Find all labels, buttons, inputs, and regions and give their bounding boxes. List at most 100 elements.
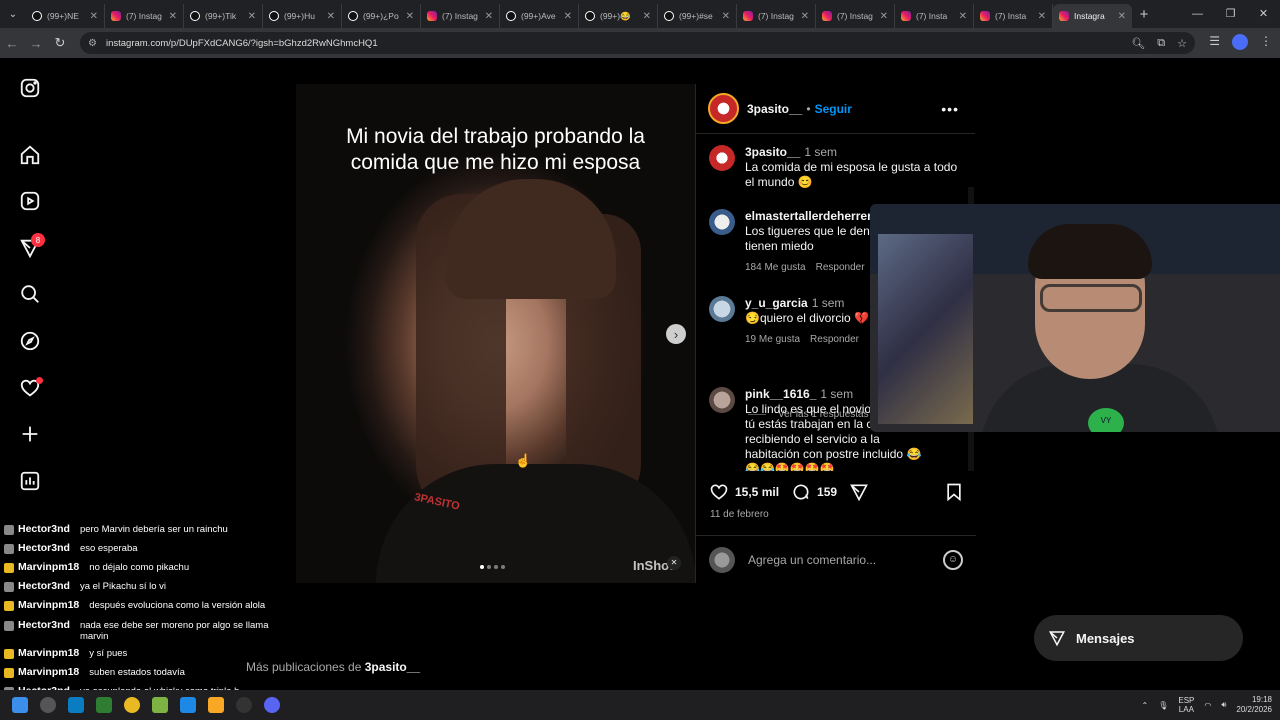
more-posts-user[interactable]: 3pasito__ [365, 660, 420, 674]
browser-tab[interactable]: (99+)Hu ✕ [263, 4, 342, 28]
browser-tab[interactable]: (7) Instag ✕ [105, 4, 184, 28]
new-tab-button[interactable]: + [1132, 6, 1156, 23]
wifi-icon[interactable]: ◠ [1204, 701, 1211, 710]
browser-tab[interactable]: (99+)Tik ✕ [184, 4, 263, 28]
microphone-icon[interactable]: 🎙︎ [1158, 701, 1168, 710]
share-icon[interactable] [849, 482, 869, 502]
edge-icon[interactable] [68, 697, 84, 713]
comment-likes[interactable]: 184 Me gusta [745, 262, 806, 273]
close-tab-icon[interactable]: ✕ [801, 11, 809, 22]
home-icon[interactable] [18, 143, 42, 167]
close-tab-icon[interactable]: ✕ [643, 11, 651, 22]
close-tab-icon[interactable]: ✕ [485, 11, 493, 22]
commenter-avatar[interactable] [709, 387, 735, 413]
reload-button[interactable]: ↻ [48, 35, 72, 51]
forward-button[interactable]: → [24, 36, 48, 51]
instagram-logo-icon[interactable] [18, 76, 42, 100]
close-tab-icon[interactable]: ✕ [722, 11, 730, 22]
bookmark-star-icon[interactable]: ☆ [1177, 37, 1187, 50]
comment-username[interactable]: pink__1616_ [745, 387, 816, 401]
close-tab-icon[interactable]: ✕ [880, 11, 888, 22]
like-heart-icon[interactable] [709, 482, 729, 502]
discord-icon[interactable] [264, 697, 280, 713]
author-avatar[interactable] [709, 145, 735, 171]
comment-input[interactable]: Agrega un comentario... [748, 553, 943, 567]
follow-button[interactable]: Seguir [815, 102, 852, 116]
commenter-avatar[interactable] [709, 296, 735, 322]
reply-button[interactable]: Responder [810, 334, 859, 345]
tiktok-icon [664, 11, 674, 21]
close-tab-icon[interactable]: ✕ [169, 11, 177, 22]
site-info-icon[interactable]: ⚙ [88, 38, 97, 49]
browser-menu-icon[interactable]: ⋮ [1260, 34, 1272, 50]
language-indicator[interactable]: ESP LAA [1178, 696, 1194, 714]
browser-tab[interactable]: (7) Instag ✕ [816, 4, 895, 28]
comment-likes[interactable]: 19 Me gusta [745, 334, 800, 345]
browser-tab[interactable]: (99+)😂 ✕ [579, 4, 658, 28]
close-tab-icon[interactable]: ✕ [959, 11, 967, 22]
minecraft-icon[interactable] [152, 697, 168, 713]
comment-username[interactable]: 3pasito__ [745, 145, 800, 159]
close-window-button[interactable]: ✕ [1247, 0, 1280, 28]
clock[interactable]: 19:18 20/2/2026 [1236, 695, 1272, 715]
search-icon[interactable] [18, 282, 42, 306]
browser-tab[interactable]: (7) Instag ✕ [737, 4, 816, 28]
messages-button[interactable]: Mensajes [1034, 615, 1243, 661]
close-tab-icon[interactable]: ✕ [1118, 11, 1126, 22]
browser-tab[interactable]: (7) Insta ✕ [974, 4, 1053, 28]
browser-tab[interactable]: (99+)¿Po ✕ [342, 4, 421, 28]
tab-search-menu-icon[interactable]: ⌄ [0, 0, 26, 28]
browser-tab[interactable]: Instagra ✕ [1053, 4, 1132, 28]
comments-count[interactable]: 159 [817, 485, 837, 499]
likes-count[interactable]: 15,5 mil [735, 485, 779, 499]
close-tab-icon[interactable]: ✕ [248, 11, 256, 22]
comment-username[interactable]: y_u_garcia [745, 296, 808, 310]
author-avatar[interactable] [708, 93, 739, 124]
browser-tab[interactable]: (7) Instag ✕ [421, 4, 500, 28]
maximize-button[interactable]: ❐ [1214, 0, 1247, 28]
dashboard-icon[interactable] [18, 469, 42, 493]
commenter-avatar[interactable] [709, 209, 735, 235]
instagram-icon [980, 11, 990, 21]
app-icon[interactable] [180, 697, 196, 713]
comment-username[interactable]: elmastertallerdeherreria [745, 209, 882, 223]
back-button[interactable]: ← [0, 36, 24, 51]
reels-icon[interactable] [18, 189, 42, 213]
reply-button[interactable]: Responder [816, 262, 865, 273]
emoji-picker-icon[interactable]: ☺ [943, 549, 963, 570]
mute-icon[interactable]: ✕ [667, 556, 681, 570]
obs-icon[interactable] [236, 697, 252, 713]
tab-label: (7) Insta [995, 11, 1027, 21]
browser-tab[interactable]: (99+)Ave ✕ [500, 4, 579, 28]
author-username[interactable]: 3pasito__ [747, 102, 802, 116]
browser-tab[interactable]: (99+)#se ✕ [658, 4, 737, 28]
volume-icon[interactable]: 🔊︎ [1221, 700, 1226, 710]
save-bookmark-icon[interactable] [944, 482, 964, 502]
chrome-icon[interactable] [124, 697, 140, 713]
browser-tab[interactable]: (99+)NE ✕ [26, 4, 105, 28]
comment-bubble-icon[interactable] [791, 482, 811, 502]
xbox-icon[interactable] [96, 697, 112, 713]
tiktok-icon [32, 11, 42, 21]
profile-avatar[interactable] [1232, 34, 1248, 50]
reading-list-icon[interactable]: ☰ [1209, 34, 1220, 50]
next-slide-button[interactable]: › [666, 324, 686, 344]
close-tab-icon[interactable]: ✕ [90, 11, 98, 22]
zoom-icon[interactable]: 🔍︎ [1131, 37, 1145, 50]
taskbar-search-icon[interactable] [40, 697, 56, 713]
close-tab-icon[interactable]: ✕ [406, 11, 414, 22]
close-tab-icon[interactable]: ✕ [564, 11, 572, 22]
post-media[interactable]: Mi novia del trabajo probando la comida … [296, 84, 695, 583]
tray-expand-icon[interactable]: ⌃ [1142, 701, 1149, 710]
install-app-icon[interactable]: ⧉ [1157, 37, 1165, 50]
address-bar[interactable]: ⚙ instagram.com/p/DUpFXdCANG6/?igsh=bGhz… [80, 32, 1195, 54]
start-windows-icon[interactable] [12, 697, 28, 713]
create-plus-icon[interactable] [18, 422, 42, 446]
close-tab-icon[interactable]: ✕ [327, 11, 335, 22]
more-options-icon[interactable]: ••• [941, 101, 959, 117]
file-explorer-icon[interactable] [208, 697, 224, 713]
minimize-button[interactable]: — [1181, 0, 1214, 28]
close-tab-icon[interactable]: ✕ [1038, 11, 1046, 22]
browser-tab[interactable]: (7) Insta ✕ [895, 4, 974, 28]
explore-compass-icon[interactable] [18, 329, 42, 353]
